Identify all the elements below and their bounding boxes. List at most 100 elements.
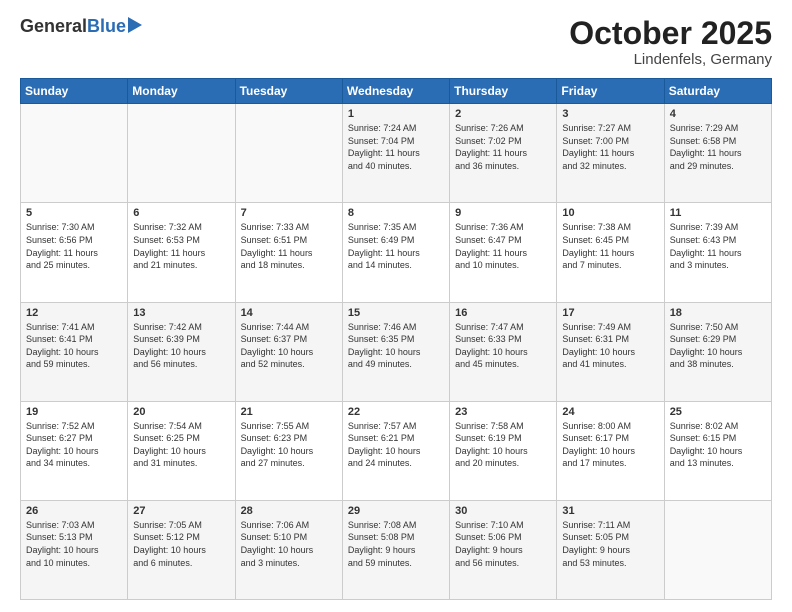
day-number: 16 [455,307,551,319]
calendar-cell: 2 Sunrise: 7:26 AM Sunset: 7:02 PM Daylig… [450,104,557,203]
day-info: Sunrise: 7:36 AM Sunset: 6:47 PM Dayligh… [455,221,551,271]
calendar-cell: 4Sunrise: 7:29 AM Sunset: 6:58 PM Daylig… [664,104,771,203]
day-number: 19 [26,406,122,418]
day-number: 2 [455,108,551,120]
calendar-cell: 3Sunrise: 7:27 AM Sunset: 7:00 PM Daylig… [557,104,664,203]
day-number: 23 [455,406,551,418]
logo-blue-text: Blue [87,16,126,37]
day-info: Sunrise: 7:35 AM Sunset: 6:49 PM Dayligh… [348,221,444,271]
day-info: Sunrise: 7:57 AM Sunset: 6:21 PM Dayligh… [348,420,444,470]
calendar-dow-tuesday: Tuesday [235,79,342,104]
calendar-cell: 31 Sunrise: 7:11 AM Sunset: 5:05 PM Dayli… [557,500,664,599]
calendar-cell: 25 Sunrise: 8:02 AM Sunset: 6:15 PM Dayli… [664,401,771,500]
day-number: 18 [670,307,766,319]
calendar-week-2: 5 Sunrise: 7:30 AM Sunset: 6:56 PM Daylig… [21,203,772,302]
calendar-cell: 1Sunrise: 7:24 AM Sunset: 7:04 PM Daylig… [342,104,449,203]
calendar-cell: 18 Sunrise: 7:50 AM Sunset: 6:29 PM Dayli… [664,302,771,401]
calendar-cell: 14Sunrise: 7:44 AM Sunset: 6:37 PM Dayli… [235,302,342,401]
calendar-dow-monday: Monday [128,79,235,104]
day-info: Sunrise: 7:58 AM Sunset: 6:19 PM Dayligh… [455,420,551,470]
calendar-cell: 26 Sunrise: 7:03 AM Sunset: 5:13 PM Dayli… [21,500,128,599]
calendar-cell: 20Sunrise: 7:54 AM Sunset: 6:25 PM Dayli… [128,401,235,500]
logo-arrow-icon [128,17,142,33]
day-number: 14 [241,307,337,319]
day-info: Sunrise: 7:26 AM Sunset: 7:02 PM Dayligh… [455,122,551,172]
calendar-cell: 28 Sunrise: 7:06 AM Sunset: 5:10 PM Dayli… [235,500,342,599]
calendar-table: SundayMondayTuesdayWednesdayThursdayFrid… [20,78,772,600]
day-info: Sunrise: 7:29 AM Sunset: 6:58 PM Dayligh… [670,122,766,172]
day-info: Sunrise: 7:10 AM Sunset: 5:06 PM Dayligh… [455,519,551,569]
day-info: Sunrise: 8:00 AM Sunset: 6:17 PM Dayligh… [562,420,658,470]
day-info: Sunrise: 7:55 AM Sunset: 6:23 PM Dayligh… [241,420,337,470]
calendar-cell: 23 Sunrise: 7:58 AM Sunset: 6:19 PM Dayli… [450,401,557,500]
calendar-week-3: 12Sunrise: 7:41 AM Sunset: 6:41 PM Dayli… [21,302,772,401]
header: General Blue October 2025 Lindenfels, Ge… [20,16,772,68]
day-number: 15 [348,307,444,319]
day-info: Sunrise: 7:42 AM Sunset: 6:39 PM Dayligh… [133,321,229,371]
calendar-dow-friday: Friday [557,79,664,104]
day-number: 12 [26,307,122,319]
day-info: Sunrise: 7:27 AM Sunset: 7:00 PM Dayligh… [562,122,658,172]
calendar-cell: 7 Sunrise: 7:33 AM Sunset: 6:51 PM Daylig… [235,203,342,302]
calendar-cell: 12Sunrise: 7:41 AM Sunset: 6:41 PM Dayli… [21,302,128,401]
day-number: 13 [133,307,229,319]
calendar-cell: 27 Sunrise: 7:05 AM Sunset: 5:12 PM Dayli… [128,500,235,599]
day-info: Sunrise: 7:11 AM Sunset: 5:05 PM Dayligh… [562,519,658,569]
day-info: Sunrise: 7:03 AM Sunset: 5:13 PM Dayligh… [26,519,122,569]
calendar-dow-wednesday: Wednesday [342,79,449,104]
day-number: 25 [670,406,766,418]
calendar-cell: 6Sunrise: 7:32 AM Sunset: 6:53 PM Daylig… [128,203,235,302]
day-info: Sunrise: 7:32 AM Sunset: 6:53 PM Dayligh… [133,221,229,271]
day-info: Sunrise: 7:38 AM Sunset: 6:45 PM Dayligh… [562,221,658,271]
day-number: 29 [348,505,444,517]
day-number: 26 [26,505,122,517]
day-info: Sunrise: 7:30 AM Sunset: 6:56 PM Dayligh… [26,221,122,271]
calendar-cell: 29 Sunrise: 7:08 AM Sunset: 5:08 PM Dayli… [342,500,449,599]
day-number: 10 [562,207,658,219]
calendar-cell: 21 Sunrise: 7:55 AM Sunset: 6:23 PM Dayli… [235,401,342,500]
calendar-cell: 22 Sunrise: 7:57 AM Sunset: 6:21 PM Dayli… [342,401,449,500]
logo: General Blue [20,16,142,37]
calendar-cell: 10 Sunrise: 7:38 AM Sunset: 6:45 PM Dayli… [557,203,664,302]
calendar-cell: 8 Sunrise: 7:35 AM Sunset: 6:49 PM Daylig… [342,203,449,302]
day-info: Sunrise: 7:49 AM Sunset: 6:31 PM Dayligh… [562,321,658,371]
day-number: 30 [455,505,551,517]
calendar-cell: 5 Sunrise: 7:30 AM Sunset: 6:56 PM Daylig… [21,203,128,302]
day-number: 31 [562,505,658,517]
day-number: 28 [241,505,337,517]
day-number: 8 [348,207,444,219]
calendar-cell: 9 Sunrise: 7:36 AM Sunset: 6:47 PM Daylig… [450,203,557,302]
day-info: Sunrise: 7:50 AM Sunset: 6:29 PM Dayligh… [670,321,766,371]
calendar-cell: 15 Sunrise: 7:46 AM Sunset: 6:35 PM Dayli… [342,302,449,401]
calendar-cell [664,500,771,599]
day-number: 9 [455,207,551,219]
calendar-cell [128,104,235,203]
calendar-dow-sunday: Sunday [21,79,128,104]
day-info: Sunrise: 7:52 AM Sunset: 6:27 PM Dayligh… [26,420,122,470]
day-info: Sunrise: 7:33 AM Sunset: 6:51 PM Dayligh… [241,221,337,271]
calendar-week-5: 26 Sunrise: 7:03 AM Sunset: 5:13 PM Dayli… [21,500,772,599]
month-title: October 2025 [569,16,772,51]
day-number: 5 [26,207,122,219]
day-number: 17 [562,307,658,319]
day-number: 22 [348,406,444,418]
calendar-cell: 11Sunrise: 7:39 AM Sunset: 6:43 PM Dayli… [664,203,771,302]
day-number: 21 [241,406,337,418]
day-info: Sunrise: 7:08 AM Sunset: 5:08 PM Dayligh… [348,519,444,569]
day-number: 27 [133,505,229,517]
day-info: Sunrise: 7:47 AM Sunset: 6:33 PM Dayligh… [455,321,551,371]
calendar-week-4: 19 Sunrise: 7:52 AM Sunset: 6:27 PM Dayli… [21,401,772,500]
day-info: Sunrise: 7:05 AM Sunset: 5:12 PM Dayligh… [133,519,229,569]
calendar-dow-thursday: Thursday [450,79,557,104]
calendar-cell: 19 Sunrise: 7:52 AM Sunset: 6:27 PM Dayli… [21,401,128,500]
day-info: Sunrise: 8:02 AM Sunset: 6:15 PM Dayligh… [670,420,766,470]
day-info: Sunrise: 7:06 AM Sunset: 5:10 PM Dayligh… [241,519,337,569]
calendar-cell: 30 Sunrise: 7:10 AM Sunset: 5:06 PM Dayli… [450,500,557,599]
logo-general-text: General [20,16,87,37]
calendar-cell [235,104,342,203]
day-number: 1 [348,108,444,120]
day-info: Sunrise: 7:46 AM Sunset: 6:35 PM Dayligh… [348,321,444,371]
calendar-cell: 17 Sunrise: 7:49 AM Sunset: 6:31 PM Dayli… [557,302,664,401]
calendar-cell: 16 Sunrise: 7:47 AM Sunset: 6:33 PM Dayli… [450,302,557,401]
day-number: 7 [241,207,337,219]
